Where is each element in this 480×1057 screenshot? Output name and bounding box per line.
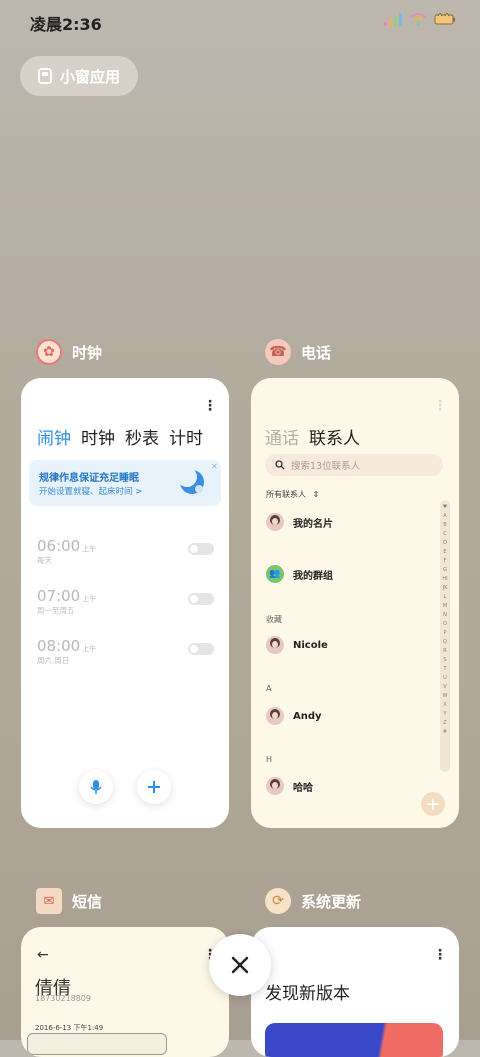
clock-app-icon: ✿ [36,339,62,365]
clock-app-name: 时钟 [72,343,103,362]
tab-stopwatch[interactable]: 秒表 [125,424,159,449]
alarm-item[interactable]: 06:00 上午 每天 [37,536,96,566]
add-contact-button[interactable]: + [421,792,445,816]
contact-name: Andy [293,710,322,722]
tab-alarm[interactable]: 闹钟 [37,424,71,449]
phone-app-card[interactable]: ⋮ 通话 联系人 搜索13位联系人 所有联系人 ⇕ 我的名片 👥 我的群组 收藏… [251,378,459,828]
status-icons [384,12,456,26]
contact-name: Nicole [293,639,328,651]
banner-title: 规律作息保证充足睡眠 [39,473,139,484]
section-header-favorites: 收藏 [266,615,282,624]
list-item-my-groups[interactable]: 👥 我的群组 [266,565,333,583]
update-headline: 发现新版本 [265,984,350,1004]
contact-name: 哈哈 [293,782,313,794]
banner-close-icon[interactable]: ✕ [211,462,218,471]
moon-icon [177,467,204,494]
alarm-toggle[interactable] [188,543,214,555]
contact-name: 我的群组 [293,570,333,582]
small-window-app-button[interactable]: 小窗应用 [20,56,138,96]
sms-app-name: 短信 [72,892,103,911]
plus-icon [148,781,160,793]
message-app-icon: ✉ [36,888,62,914]
update-app-card[interactable]: ⋮ 发现新版本 [251,927,459,1057]
alarm-time: 07:00 [37,587,81,605]
list-item-contact[interactable]: Nicole [266,636,328,654]
clock-tabs: 闹钟 时钟 秒表 计时 [37,424,203,449]
sms-app-header[interactable]: ✉ 短信 [36,888,102,914]
tab-timer[interactable]: 计时 [169,424,203,449]
phone-app-icon: ☎ [265,339,291,365]
conversation-contact-number: 18730218809 [35,994,91,1003]
system-update-icon: ⟳ [265,888,291,914]
chevron-updown-icon: ⇕ [312,490,320,499]
message-bubble [27,1033,167,1055]
group-icon: 👥 [266,565,284,583]
clock-app-header[interactable]: ✿ 时钟 [36,339,102,365]
avatar [266,513,284,531]
plus-icon: + [425,793,441,815]
clear-all-button[interactable] [209,934,271,996]
status-time: 凌晨2:36 [30,15,102,34]
list-item-contact[interactable]: Andy [266,707,322,725]
alarm-repeat: 周一至周五 [37,606,75,615]
phone-app-header[interactable]: ☎ 电话 [265,339,331,365]
list-item-my-card[interactable]: 我的名片 [266,513,333,531]
contact-filter-dropdown[interactable]: 所有联系人 ⇕ [266,489,319,500]
sms-app-card[interactable]: ← ⋮ 倩倩 18730218809 2016-6-13 下午1:49 [21,927,229,1057]
alarm-item[interactable]: 08:00 上午 周六 周日 [37,636,96,666]
search-placeholder: 搜索13位联系人 [291,461,361,472]
more-options-icon[interactable]: ⋮ [433,947,447,963]
tab-clock[interactable]: 时钟 [81,424,115,449]
more-options-icon[interactable]: ⋮ [203,398,217,414]
small-window-label: 小窗应用 [60,67,121,86]
update-banner-image [265,1023,443,1057]
section-header-h: H [266,755,273,764]
alarm-time: 08:00 [37,637,81,655]
microphone-icon [90,780,102,794]
alarm-time: 06:00 [37,537,81,555]
section-header-a: A [266,684,272,693]
add-alarm-button[interactable] [137,770,171,804]
list-item-contact[interactable]: 哈哈 [266,777,313,795]
phone-app-name: 电话 [301,343,332,362]
index-letters: ♥ABCDEFGHIJKLMNOPQRSTUVWXYZ# [442,504,448,735]
wifi-icon [410,12,426,26]
message-timestamp: 2016-6-13 下午1:49 [35,1024,104,1032]
alarm-ampm: 上午 [82,545,97,553]
tab-contacts[interactable]: 联系人 [309,424,360,449]
filter-label: 所有联系人 [266,490,306,499]
tab-calls[interactable]: 通话 [265,424,299,449]
banner-subtitle: 开始设置就寝、起床时间 > [39,487,143,497]
search-icon [275,460,285,470]
avatar [266,636,284,654]
alarm-toggle[interactable] [188,593,214,605]
alarm-toggle[interactable] [188,643,214,655]
close-icon [231,956,249,974]
alarm-repeat: 每天 [37,556,52,565]
alarm-item[interactable]: 07:00 上午 周一至周五 [37,586,96,616]
small-window-icon [38,68,52,84]
back-arrow-icon[interactable]: ← [37,947,49,963]
update-app-header[interactable]: ⟳ 系统更新 [265,888,361,914]
signal-icon [384,12,402,26]
avatar [266,777,284,795]
phone-tabs: 通话 联系人 [265,424,360,449]
sleep-banner[interactable]: 规律作息保证充足睡眠 开始设置就寝、起床时间 > ✕ [29,460,221,506]
more-options-icon[interactable]: ⋮ [433,398,447,414]
contact-search-input[interactable]: 搜索13位联系人 [265,454,443,476]
clock-app-card[interactable]: ⋮ 闹钟 时钟 秒表 计时 规律作息保证充足睡眠 开始设置就寝、起床时间 > ✕… [21,378,229,828]
voice-button[interactable] [79,770,113,804]
update-app-name: 系统更新 [301,892,362,911]
alarm-repeat: 周六 周日 [37,656,70,665]
alarm-ampm: 上午 [82,645,97,653]
contact-name: 我的名片 [293,518,333,530]
battery-icon [434,13,455,25]
avatar [266,707,284,725]
alphabet-index-scrollbar[interactable]: ♥ABCDEFGHIJKLMNOPQRSTUVWXYZ# [440,500,450,772]
alarm-ampm: 上午 [82,595,97,603]
